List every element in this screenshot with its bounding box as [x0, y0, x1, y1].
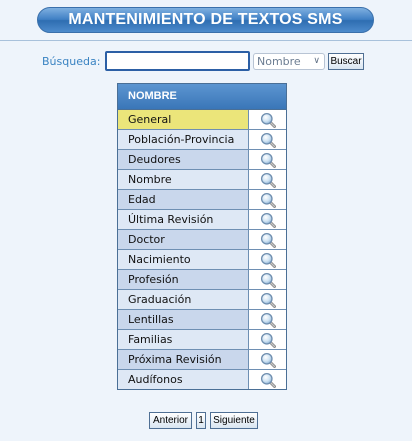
search-bar: Búsqueda: Nombre ∨ Buscar: [0, 51, 412, 73]
pagination: Anterior 1 Siguiente: [0, 412, 412, 430]
search-field-selected: Nombre: [257, 55, 301, 68]
magnifier-icon[interactable]: [249, 130, 286, 149]
page-number-button[interactable]: 1: [196, 412, 206, 429]
row-name[interactable]: Graduación: [118, 290, 249, 309]
table-row[interactable]: Próxima Revisión: [118, 350, 286, 370]
magnifier-icon[interactable]: [249, 230, 286, 249]
row-name[interactable]: Próxima Revisión: [118, 350, 249, 369]
previous-page-button[interactable]: Anterior: [149, 412, 192, 429]
magnifier-icon[interactable]: [249, 190, 286, 209]
table-row[interactable]: Última Revisión: [118, 210, 286, 230]
magnifier-icon[interactable]: [249, 330, 286, 349]
magnifier-icon[interactable]: [249, 290, 286, 309]
row-name[interactable]: Última Revisión: [118, 210, 249, 229]
table-row[interactable]: Audífonos: [118, 370, 286, 389]
table-row[interactable]: Lentillas: [118, 310, 286, 330]
table-row[interactable]: General: [118, 110, 286, 130]
row-name[interactable]: General: [118, 110, 249, 129]
magnifier-icon[interactable]: [249, 210, 286, 229]
table-row[interactable]: Población-Provincia: [118, 130, 286, 150]
column-header-nombre: NOMBRE: [118, 84, 286, 110]
search-input[interactable]: [105, 51, 250, 71]
magnifier-icon[interactable]: [249, 270, 286, 289]
row-name[interactable]: Población-Provincia: [118, 130, 249, 149]
magnifier-icon[interactable]: [249, 150, 286, 169]
row-name[interactable]: Deudores: [118, 150, 249, 169]
row-name[interactable]: Lentillas: [118, 310, 249, 329]
table-row[interactable]: Deudores: [118, 150, 286, 170]
row-name[interactable]: Nombre: [118, 170, 249, 189]
table-row[interactable]: Nacimiento: [118, 250, 286, 270]
magnifier-icon[interactable]: [249, 350, 286, 369]
magnifier-icon[interactable]: [249, 110, 286, 129]
table-row[interactable]: Nombre: [118, 170, 286, 190]
row-name[interactable]: Nacimiento: [118, 250, 249, 269]
table-row[interactable]: Edad: [118, 190, 286, 210]
table-row[interactable]: Doctor: [118, 230, 286, 250]
table-row[interactable]: Familias: [118, 330, 286, 350]
row-name[interactable]: Doctor: [118, 230, 249, 249]
search-label: Búsqueda:: [42, 55, 101, 68]
chevron-down-icon: ∨: [313, 56, 320, 66]
table-row[interactable]: Graduación: [118, 290, 286, 310]
search-button[interactable]: Buscar: [328, 53, 364, 70]
search-field-select[interactable]: Nombre ∨: [253, 53, 325, 70]
row-name[interactable]: Profesión: [118, 270, 249, 289]
next-page-button[interactable]: Siguiente: [210, 412, 258, 429]
magnifier-icon[interactable]: [249, 310, 286, 329]
magnifier-icon[interactable]: [249, 250, 286, 269]
table-body: General Población-Provincia Deudores Nombre…: [118, 110, 286, 389]
texts-table: NOMBRE General Población-Provincia Deudore…: [117, 83, 287, 390]
header-band: MANTENIMIENTO DE TEXTOS SMS: [0, 0, 412, 41]
magnifier-icon[interactable]: [249, 370, 286, 389]
table-row[interactable]: Profesión: [118, 270, 286, 290]
row-name[interactable]: Edad: [118, 190, 249, 209]
page-title: MANTENIMIENTO DE TEXTOS SMS: [37, 7, 374, 33]
row-name[interactable]: Familias: [118, 330, 249, 349]
row-name[interactable]: Audífonos: [118, 370, 249, 389]
magnifier-icon[interactable]: [249, 170, 286, 189]
